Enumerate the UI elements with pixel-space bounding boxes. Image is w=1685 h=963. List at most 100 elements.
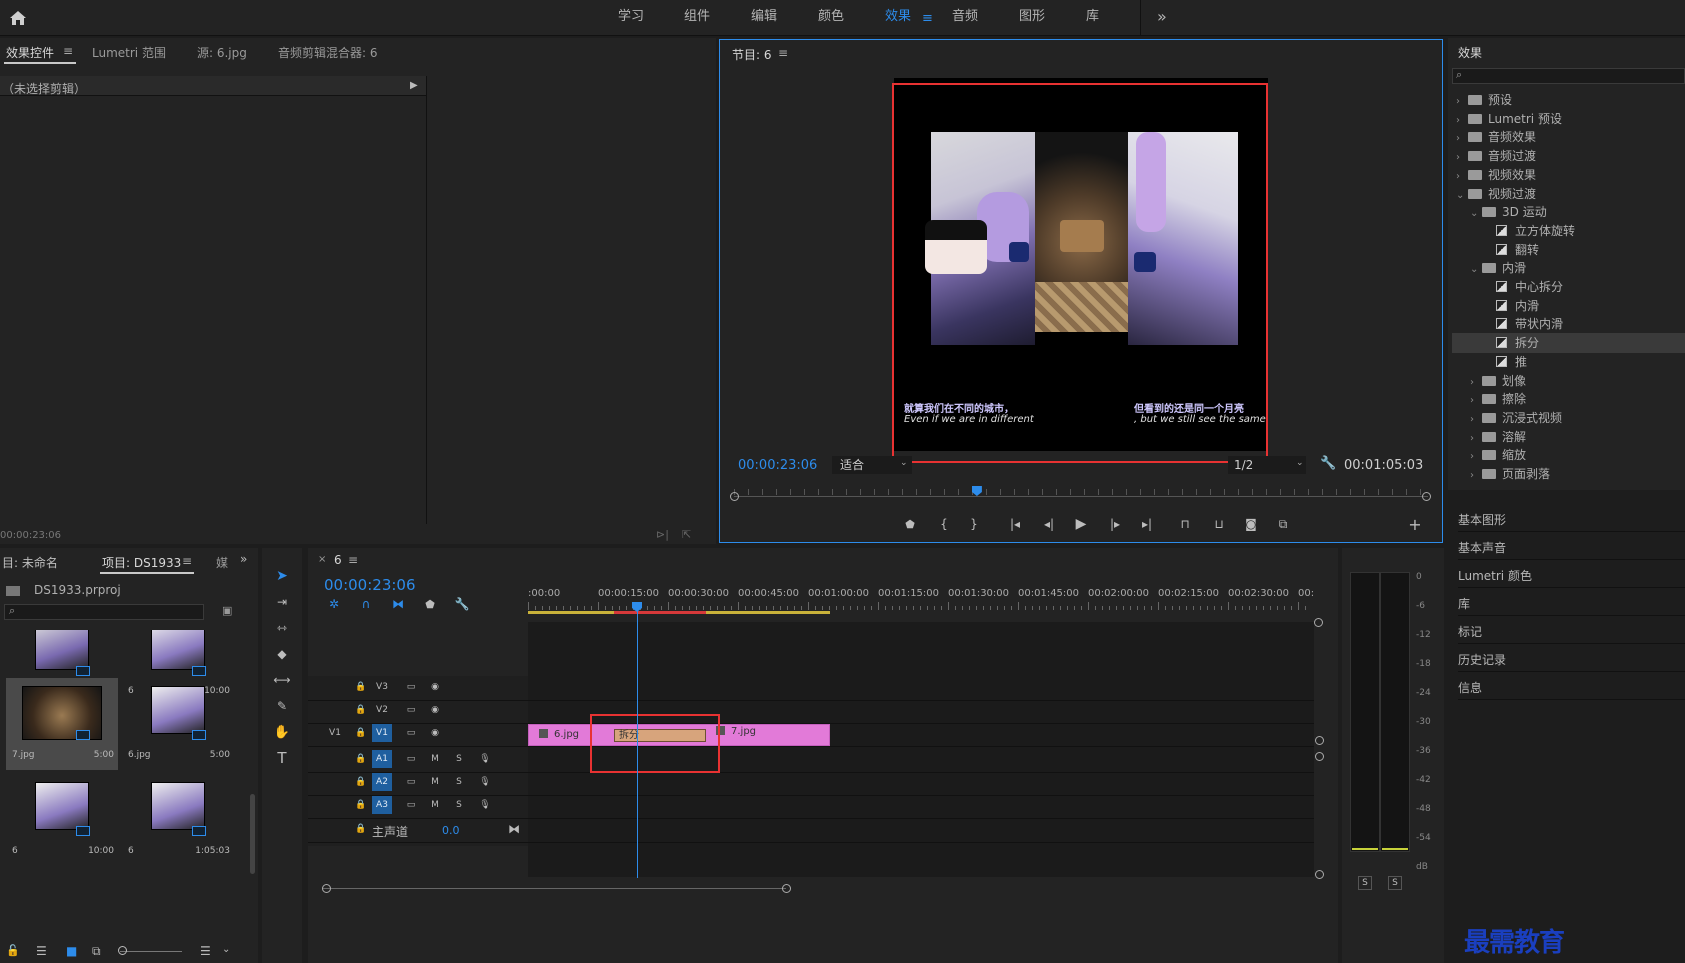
tab-audio-clip-mixer[interactable]: 音频剪辑混合器: 6	[278, 44, 378, 61]
effect-folder[interactable]: ⌄ 3D 运动	[1452, 202, 1685, 222]
lock-icon[interactable]: 🔓	[6, 944, 20, 957]
lock-icon[interactable]: 🔒	[352, 750, 370, 768]
effect-folder[interactable]: › Lumetri 预设	[1452, 109, 1685, 129]
extract-icon[interactable]: ⊔	[1210, 516, 1228, 532]
go-to-out-icon[interactable]: ▸|	[1138, 516, 1156, 532]
razor-tool-icon[interactable]: ◆	[271, 644, 293, 664]
track-label[interactable]: V3	[372, 678, 392, 696]
step-back-icon[interactable]: ◂|	[1040, 516, 1058, 532]
new-bin-icon[interactable]: ▣	[222, 604, 232, 617]
scrub-bar[interactable]	[730, 486, 1431, 502]
sequence-tab[interactable]: 6	[334, 553, 342, 567]
more-workspaces-button[interactable]: »	[1157, 0, 1167, 36]
panel-section-1[interactable]: 基本声音	[1458, 536, 1685, 560]
icon-view-icon[interactable]: ■	[66, 944, 77, 958]
tab-media[interactable]: 媒	[216, 554, 228, 571]
panel-section-3[interactable]: 库	[1458, 592, 1685, 616]
workspace-tab-audio[interactable]: 音频	[952, 0, 978, 36]
selection-tool-icon[interactable]: ➤	[271, 566, 293, 586]
lock-icon[interactable]: 🔒	[352, 773, 370, 791]
lock-icon[interactable]: 🔒	[352, 678, 370, 696]
effect-item[interactable]: 带状内滑	[1452, 314, 1685, 334]
effect-item[interactable]: 内滑	[1452, 296, 1685, 316]
mute-button[interactable]: M	[426, 750, 444, 768]
lift-icon[interactable]: ⊓	[1176, 516, 1194, 532]
workspace-menu-icon[interactable]: ≡	[922, 11, 933, 26]
workspace-tab-learn[interactable]: 学习	[618, 0, 644, 36]
timeline-timecode[interactable]: 00:00:23:06	[324, 576, 416, 594]
master-volume[interactable]: 0.0	[442, 824, 460, 837]
sync-icon[interactable]: ▭	[402, 724, 420, 742]
mark-in-icon[interactable]: {	[936, 516, 952, 532]
add-button-icon[interactable]: +	[1406, 515, 1424, 534]
effect-folder[interactable]: › 页面剥落	[1452, 464, 1685, 484]
project-scrollbar[interactable]	[250, 794, 255, 874]
effect-item[interactable]: 中心拆分	[1452, 277, 1685, 297]
workspace-tab-graphics[interactable]: 图形	[1019, 0, 1045, 36]
quality-select[interactable]: 1/2	[1228, 456, 1306, 474]
step-forward-icon[interactable]: |▸	[1106, 516, 1124, 532]
slip-tool-icon[interactable]: ⟷	[271, 670, 293, 690]
effect-folder[interactable]: › 视频效果	[1452, 165, 1685, 185]
add-marker-icon[interactable]: ⬟	[422, 596, 438, 612]
lock-icon[interactable]: 🔒	[352, 724, 370, 742]
panel-section-4[interactable]: 标记	[1458, 620, 1685, 644]
camera-icon[interactable]: ◙	[1242, 516, 1260, 532]
tab-menu-icon[interactable]: ≡	[63, 44, 73, 58]
sync-icon[interactable]: ▭	[402, 796, 420, 814]
sync-icon[interactable]: ▭	[402, 750, 420, 768]
panel-section-5[interactable]: 历史记录	[1458, 648, 1685, 672]
effect-item[interactable]: 拆分	[1452, 333, 1685, 354]
mute-button[interactable]: M	[426, 796, 444, 814]
effects-search-input[interactable]	[1452, 68, 1685, 84]
effect-folder[interactable]: ⌄ 内滑	[1452, 258, 1685, 278]
mute-button[interactable]: M	[426, 773, 444, 791]
effect-folder[interactable]: › 沉浸式视频	[1452, 408, 1685, 428]
h-scroll-handle[interactable]	[322, 884, 331, 893]
eye-icon[interactable]: ◉	[426, 678, 444, 696]
h-scrollbar[interactable]	[322, 888, 786, 889]
v-scroll-handle[interactable]	[1315, 736, 1324, 745]
workspace-tab-color[interactable]: 颜色	[818, 0, 844, 36]
tab-effect-controls[interactable]: 效果控件	[6, 44, 54, 61]
effect-folder[interactable]: › 溶解	[1452, 427, 1685, 447]
compare-view-icon[interactable]: ⧉	[1274, 516, 1292, 532]
tab-menu-icon[interactable]: ≡	[348, 553, 358, 567]
project-search-input[interactable]	[4, 604, 204, 620]
track-label[interactable]: V1	[372, 724, 392, 742]
go-to-end-icon[interactable]: ⧓	[508, 822, 520, 836]
effect-item[interactable]: 翻转	[1452, 240, 1685, 260]
effect-folder[interactable]: › 预设	[1452, 90, 1685, 110]
solo-right-button[interactable]: S	[1388, 876, 1402, 890]
solo-button[interactable]: S	[450, 796, 468, 814]
effect-folder[interactable]: › 缩放	[1452, 445, 1685, 465]
project-item[interactable]: 6 1:05:03	[122, 774, 234, 866]
tab-project[interactable]: 项目: DS1933	[102, 554, 181, 571]
mic-icon[interactable]: 🎙	[476, 750, 494, 768]
type-tool-icon[interactable]: T	[271, 748, 293, 768]
track-label[interactable]: A2	[372, 773, 392, 791]
zoom-slider[interactable]	[120, 951, 182, 952]
linked-selection-icon[interactable]: ⧓	[390, 596, 406, 612]
effect-folder[interactable]: › 擦除	[1452, 389, 1685, 409]
mic-icon[interactable]: 🎙	[476, 796, 494, 814]
mic-icon[interactable]: 🎙	[476, 773, 494, 791]
scrub-end-handle[interactable]	[1422, 492, 1431, 501]
ruler-end-handle[interactable]	[1314, 618, 1323, 627]
play-icon[interactable]: ▶	[1072, 516, 1090, 532]
workspace-tab-editing[interactable]: 编辑	[751, 0, 777, 36]
panel-section-2[interactable]: Lumetri 颜色	[1458, 564, 1685, 588]
settings-wrench-icon[interactable]: 🔧	[454, 596, 470, 612]
effect-item[interactable]: 立方体旋转	[1452, 221, 1685, 241]
sync-icon[interactable]: ▭	[402, 678, 420, 696]
settings-wrench-icon[interactable]: 🔧	[1320, 456, 1336, 471]
time-ruler[interactable]: :00:00 00:00:15:00 00:00:30:00 00:00:45:00 0…	[528, 584, 1314, 614]
v-scroll-handle[interactable]	[1315, 752, 1324, 761]
program-timecode[interactable]: 00:00:23:06	[738, 458, 817, 473]
hand-tool-icon[interactable]: ✋	[271, 722, 293, 742]
panel-menu-icon[interactable]: ≡	[778, 46, 788, 60]
mark-out-icon[interactable]: }	[966, 516, 982, 532]
effect-folder[interactable]: › 划像	[1452, 371, 1685, 391]
track-label[interactable]: V2	[372, 701, 392, 719]
h-scroll-handle[interactable]	[782, 884, 791, 893]
